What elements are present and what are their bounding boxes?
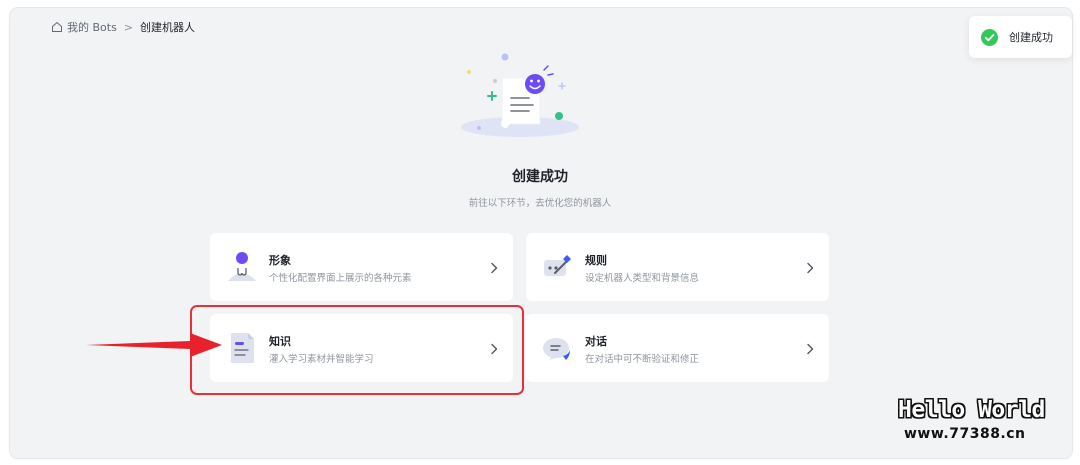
rules-edit-icon bbox=[541, 250, 575, 284]
card-description: 在对话中可不断验证和修正 bbox=[585, 354, 700, 365]
breadcrumb-link-my-bots[interactable]: 我的 Bots bbox=[67, 19, 117, 35]
check-circle-icon bbox=[981, 28, 998, 46]
success-illustration bbox=[455, 48, 585, 143]
toast-text: 创建成功 bbox=[1009, 31, 1053, 44]
card-rules[interactable]: 规则 设定机器人类型和背景信息 bbox=[526, 233, 829, 301]
card-description: 个性化配置界面上展示的各种元素 bbox=[269, 273, 412, 284]
card-title: 对话 bbox=[585, 335, 607, 348]
page-subtitle: 前往以下环节，去优化您的机器人 bbox=[468, 198, 612, 209]
card-title: 规则 bbox=[585, 254, 607, 267]
page-title: 创建成功 bbox=[512, 169, 568, 185]
chevron-right-icon bbox=[805, 260, 815, 274]
success-toast: 创建成功 bbox=[969, 16, 1072, 58]
breadcrumb-separator: > bbox=[123, 20, 134, 34]
annotation-arrow-icon bbox=[86, 330, 226, 360]
annotation-highlight-box bbox=[190, 305, 524, 395]
card-dialogue[interactable]: 对话 在对话中可不断验证和修正 bbox=[526, 314, 829, 382]
watermark-title: Hello World bbox=[898, 397, 1045, 423]
avatar-person-icon bbox=[225, 250, 259, 284]
card-title: 形象 bbox=[269, 254, 291, 267]
chevron-right-icon bbox=[489, 260, 499, 274]
card-appearance[interactable]: 形象 个性化配置界面上展示的各种元素 bbox=[210, 233, 513, 301]
card-description: 设定机器人类型和背景信息 bbox=[585, 273, 700, 284]
breadcrumb: 我的 Bots > 创建机器人 bbox=[51, 19, 195, 35]
chevron-right-icon bbox=[805, 341, 815, 355]
watermark-url: www.77388.cn bbox=[904, 426, 1026, 442]
chat-bubble-icon bbox=[541, 331, 575, 365]
home-icon[interactable] bbox=[51, 21, 63, 33]
breadcrumb-current: 创建机器人 bbox=[140, 21, 196, 34]
